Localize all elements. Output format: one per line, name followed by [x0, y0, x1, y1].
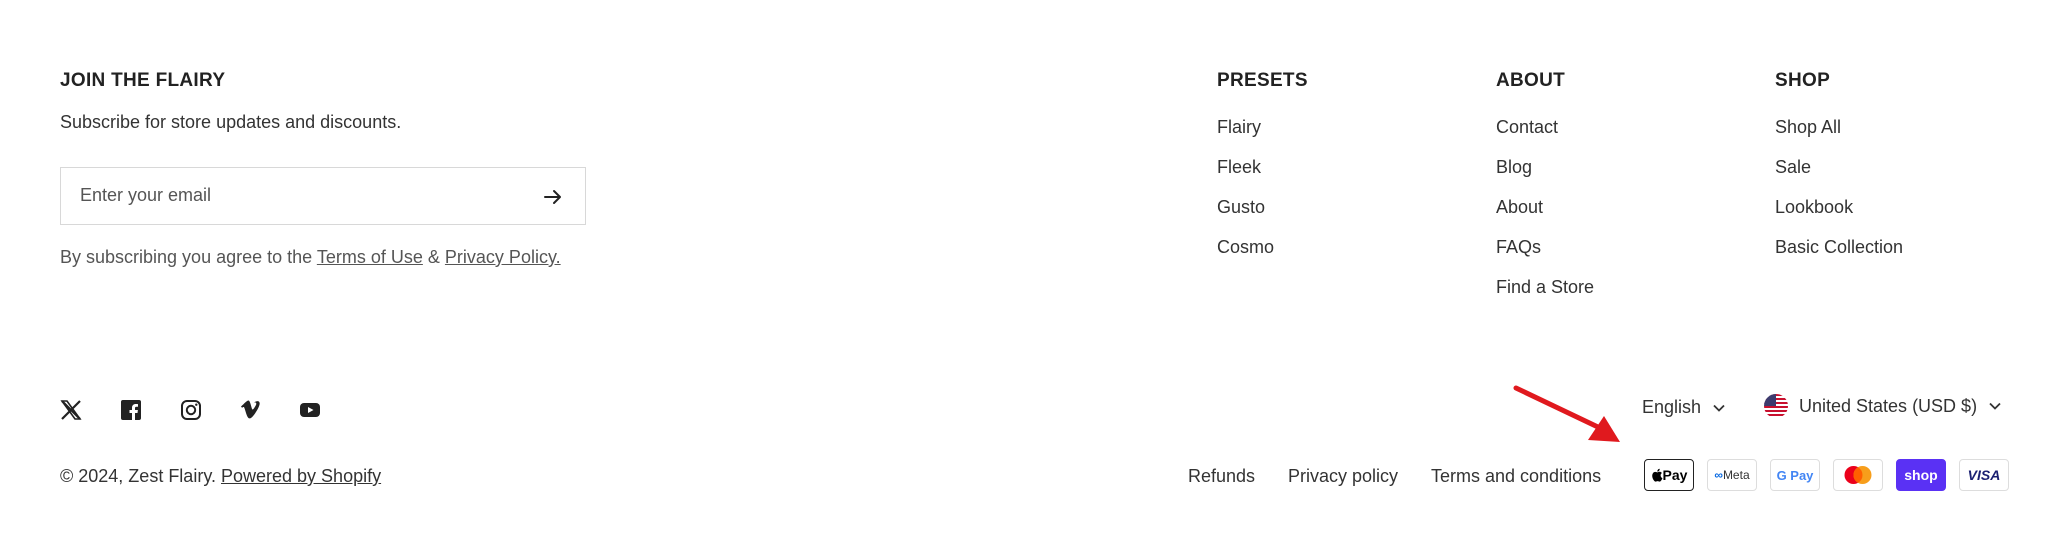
apple-logo-icon — [1651, 468, 1662, 482]
privacy-policy-link[interactable]: Privacy Policy. — [445, 247, 561, 267]
facebook-icon[interactable] — [119, 398, 143, 422]
meta-pay-icon: ∞ Meta — [1707, 459, 1757, 491]
x-icon[interactable] — [59, 398, 83, 422]
column-title-about: ABOUT — [1496, 70, 1566, 91]
chevron-down-icon — [1989, 402, 2001, 410]
vimeo-icon[interactable] — [239, 398, 263, 422]
column-title-presets: PRESETS — [1217, 70, 1308, 91]
google-pay-icon: G Pay — [1770, 459, 1820, 491]
us-flag-icon — [1764, 394, 1788, 418]
copyright: © 2024, Zest Flairy. Powered by Shopify — [60, 466, 381, 487]
mastercard-icon — [1833, 459, 1883, 491]
shop-link[interactable]: Sale — [1775, 157, 1811, 178]
shop-link[interactable]: Shop All — [1775, 117, 1841, 138]
language-label: English — [1642, 397, 1702, 417]
apple-pay-icon: Pay — [1644, 459, 1694, 491]
about-link[interactable]: Find a Store — [1496, 277, 1594, 298]
legal-prefix: By subscribing you agree to the — [60, 247, 313, 267]
about-link[interactable]: Contact — [1496, 117, 1558, 138]
email-form — [60, 167, 586, 225]
country-selector[interactable]: United States (USD $) — [1763, 393, 2003, 419]
email-input[interactable] — [78, 184, 522, 207]
policy-link-terms[interactable]: Terms and conditions — [1431, 466, 1601, 487]
google-pay-label: G Pay — [1776, 467, 1814, 483]
country-label: United States (USD $) — [1799, 395, 1978, 416]
visa-icon: VISA — [1959, 459, 2009, 491]
chevron-down-icon — [1713, 404, 1725, 412]
newsletter-title: JOIN THE FLAIRY — [60, 70, 226, 91]
arrow-right-icon[interactable] — [541, 185, 565, 209]
presets-link[interactable]: Cosmo — [1217, 237, 1274, 258]
subscribe-legal-text: By subscribing you agree to the Terms of… — [60, 247, 561, 268]
annotation-arrow — [1513, 385, 1620, 442]
shop-pay-label: shop — [1904, 467, 1938, 483]
visa-label: VISA — [1967, 467, 2001, 483]
apple-pay-label: Pay — [1662, 467, 1688, 483]
policy-link-privacy[interactable]: Privacy policy — [1288, 466, 1398, 487]
meta-pay-label: Meta — [1722, 468, 1750, 482]
legal-ampersand: & — [427, 247, 440, 267]
about-link[interactable]: Blog — [1496, 157, 1532, 178]
policy-link-refunds[interactable]: Refunds — [1188, 466, 1255, 487]
presets-link[interactable]: Flairy — [1217, 117, 1261, 138]
language-selector[interactable]: English — [1642, 397, 1727, 418]
copyright-text: © 2024, Zest Flairy. — [60, 466, 216, 486]
newsletter-subtitle: Subscribe for store updates and discount… — [60, 112, 402, 132]
presets-link[interactable]: Fleek — [1217, 157, 1261, 178]
about-link[interactable]: About — [1496, 197, 1543, 218]
powered-by-shopify-link[interactable]: Powered by Shopify — [221, 466, 381, 486]
terms-of-use-link[interactable]: Terms of Use — [317, 247, 423, 267]
shop-link[interactable]: Lookbook — [1775, 197, 1853, 218]
youtube-icon[interactable] — [298, 398, 322, 422]
shop-link[interactable]: Basic Collection — [1775, 237, 1903, 258]
shop-pay-icon: shop — [1896, 459, 1946, 491]
about-link[interactable]: FAQs — [1496, 237, 1541, 258]
presets-link[interactable]: Gusto — [1217, 197, 1265, 218]
column-title-shop: SHOP — [1775, 70, 1831, 91]
instagram-icon[interactable] — [179, 398, 203, 422]
